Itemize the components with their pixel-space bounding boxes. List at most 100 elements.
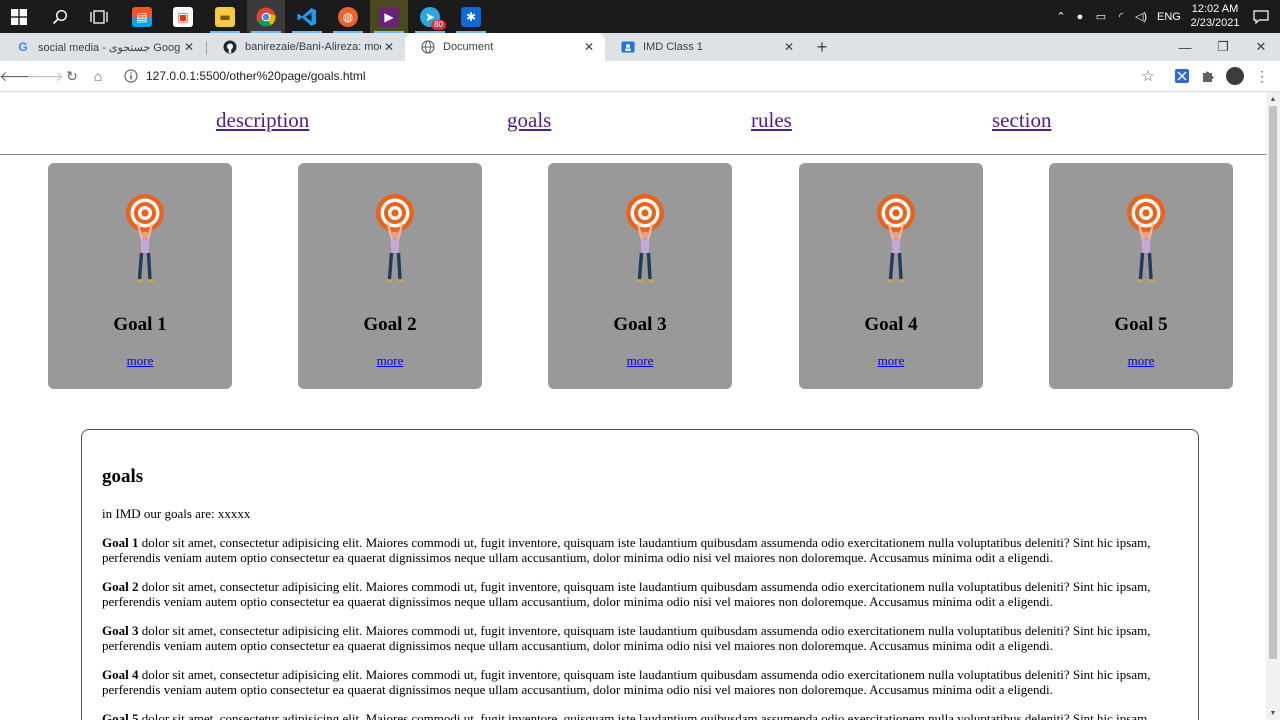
visual-studio-button[interactable]: ▶ <box>370 0 408 33</box>
profile-button[interactable] <box>1225 66 1245 86</box>
start-button[interactable] <box>0 0 38 33</box>
close-tab-icon[interactable]: ✕ <box>581 39 597 55</box>
goal-card-more-link[interactable]: more <box>298 353 482 369</box>
file-explorer-button[interactable]: ▬ <box>206 0 244 33</box>
goal-paragraph-text: dolor sit amet, consectetur adipisicing … <box>102 623 1151 653</box>
info-icon[interactable] <box>124 69 138 83</box>
minimize-button[interactable]: — <box>1166 33 1204 61</box>
close-tab-icon[interactable]: ✕ <box>381 39 397 55</box>
github-icon <box>223 40 237 54</box>
app-button[interactable]: ✱ <box>452 0 490 33</box>
battery-icon[interactable]: ▭ <box>1091 10 1111 23</box>
language-indicator[interactable]: ENG <box>1157 11 1181 23</box>
target-person-icon <box>376 194 414 282</box>
clock-time: 12:02 AM <box>1191 3 1239 15</box>
home-button[interactable]: ⌂ <box>86 64 110 88</box>
scrollbar-thumb[interactable] <box>1269 106 1277 659</box>
nav-link-description[interactable]: description <box>216 108 309 133</box>
close-tab-icon[interactable]: ✕ <box>181 39 197 55</box>
scroll-down-icon[interactable]: ▼ <box>1269 709 1277 717</box>
puzzle-icon <box>1203 71 1214 82</box>
page-scrollbar[interactable]: ▲ ▼ <box>1266 92 1280 720</box>
goal-paragraph: Goal 3 dolor sit amet, consectetur adipi… <box>102 623 1182 653</box>
reload-button[interactable]: ↻ <box>60 64 84 88</box>
microphone-icon[interactable]: ● <box>1069 11 1091 23</box>
tab-github[interactable]: banirezaie/Bani-Alireza: mock-htm ✕ <box>207 33 405 61</box>
browser-tab-strip: G social media - جستجوی Google ✕ banirez… <box>0 33 1280 61</box>
postman-button[interactable]: ◍ <box>329 0 367 33</box>
chrome-button[interactable] <box>247 0 285 33</box>
goal-paragraph-text: dolor sit amet, consectetur adipisicing … <box>102 579 1151 609</box>
goal-card-title: Goal 5 <box>1114 314 1168 335</box>
goal-card-title: Goal 3 <box>613 314 667 335</box>
chrome-icon <box>256 7 276 27</box>
vscode-icon <box>297 7 316 26</box>
action-center-button[interactable] <box>1242 0 1280 33</box>
goals-section: goals in IMD our goals are: xxxxx Goal 1… <box>81 429 1199 720</box>
minimize-icon: — <box>1178 39 1192 55</box>
store-button[interactable]: ▤ <box>123 0 161 33</box>
search-icon <box>52 9 68 24</box>
goal-card-more-link[interactable]: more <box>48 353 232 369</box>
wifi-icon[interactable]: ◜ <box>1111 10 1131 23</box>
page-viewport: description goals rules section Goal 1 m… <box>0 92 1266 720</box>
nav-link-section[interactable]: section <box>992 108 1051 133</box>
target-person-icon <box>1127 194 1165 282</box>
forward-button[interactable]: 🡒 <box>26 64 64 88</box>
extension-button[interactable] <box>1172 66 1192 86</box>
target-person-icon <box>126 194 164 282</box>
close-window-button[interactable]: ✕ <box>1242 33 1280 61</box>
goal-card: Goal 3 more <box>548 163 732 389</box>
tab-title: IMD Class 1 <box>643 41 703 53</box>
store-icon: ▤ <box>132 6 152 27</box>
visual-studio-icon: ▶ <box>379 6 399 27</box>
task-view-button[interactable] <box>80 0 118 33</box>
goal-card: Goal 5 more <box>1049 163 1233 389</box>
address-bar[interactable]: 127.0.0.1:5500/other%20page/goals.html <box>116 64 1164 88</box>
snowflake-app-icon: ✱ <box>461 6 481 27</box>
tab-google-search[interactable]: G social media - جستجوی Google ✕ <box>0 33 205 61</box>
office-icon: ▣ <box>173 6 193 27</box>
search-button[interactable] <box>41 0 79 33</box>
goal-card-more-link[interactable]: more <box>1049 353 1233 369</box>
close-tab-icon[interactable]: ✕ <box>781 39 797 55</box>
goal-card-title: Goal 1 <box>113 314 167 335</box>
nav-link-goals[interactable]: goals <box>507 108 551 133</box>
scroll-up-icon[interactable]: ▲ <box>1269 95 1277 103</box>
classroom-icon <box>621 40 635 54</box>
goal-paragraph-label: Goal 5 <box>102 711 139 720</box>
bookmark-star-button[interactable]: ☆ <box>1138 66 1158 86</box>
avatar <box>1226 67 1244 85</box>
clock[interactable]: 12:02 AM 2/23/2021 <box>1185 2 1245 30</box>
notifications-icon <box>1253 9 1269 24</box>
windows-taskbar: ▤ ▣ ▬ ◍ ▶ ➤ 80 ✱ ⌃ ● ▭ ◜ ◁) ENG 12:02 AM… <box>0 0 1280 33</box>
extensions-menu-button[interactable] <box>1198 66 1218 86</box>
chrome-menu-button[interactable]: ⋮ <box>1252 66 1272 86</box>
browser-toolbar: 🡐 🡒 ↻ ⌂ 127.0.0.1:5500/other%20page/goal… <box>0 61 1280 92</box>
url-text: 127.0.0.1:5500/other%20page/goals.html <box>146 69 366 83</box>
goal-card-more-link[interactable]: more <box>799 353 983 369</box>
nav-link-rules[interactable]: rules <box>751 108 792 133</box>
tab-document[interactable]: Document ✕ <box>405 33 605 61</box>
chevron-up-icon[interactable]: ⌃ <box>1053 10 1069 23</box>
windows-logo-icon <box>11 8 27 25</box>
goal-paragraph-text: dolor sit amet, consectetur adipisicing … <box>102 535 1151 565</box>
star-icon: ☆ <box>1141 68 1155 85</box>
task-view-icon <box>90 9 108 24</box>
close-icon: ✕ <box>1255 39 1267 54</box>
tab-imd-class[interactable]: IMD Class 1 ✕ <box>605 33 805 61</box>
goal-paragraph-label: Goal 1 <box>102 535 139 550</box>
vscode-button[interactable] <box>288 0 326 33</box>
target-person-icon <box>626 194 664 282</box>
goal-card-more-link[interactable]: more <box>548 353 732 369</box>
office-button[interactable]: ▣ <box>164 0 202 33</box>
telegram-button[interactable]: ➤ 80 <box>411 0 449 33</box>
clock-date: 2/23/2021 <box>1190 17 1240 29</box>
goal-card: Goal 1 more <box>48 163 232 389</box>
volume-icon[interactable]: ◁) <box>1131 10 1151 23</box>
system-tray: ⌃ ● ▭ ◜ ◁) ENG <box>1053 0 1181 33</box>
new-tab-button[interactable]: + <box>812 37 832 57</box>
target-person-icon <box>877 194 915 282</box>
goal-card-title: Goal 2 <box>363 314 417 335</box>
restore-button[interactable]: ❐ <box>1204 33 1242 61</box>
